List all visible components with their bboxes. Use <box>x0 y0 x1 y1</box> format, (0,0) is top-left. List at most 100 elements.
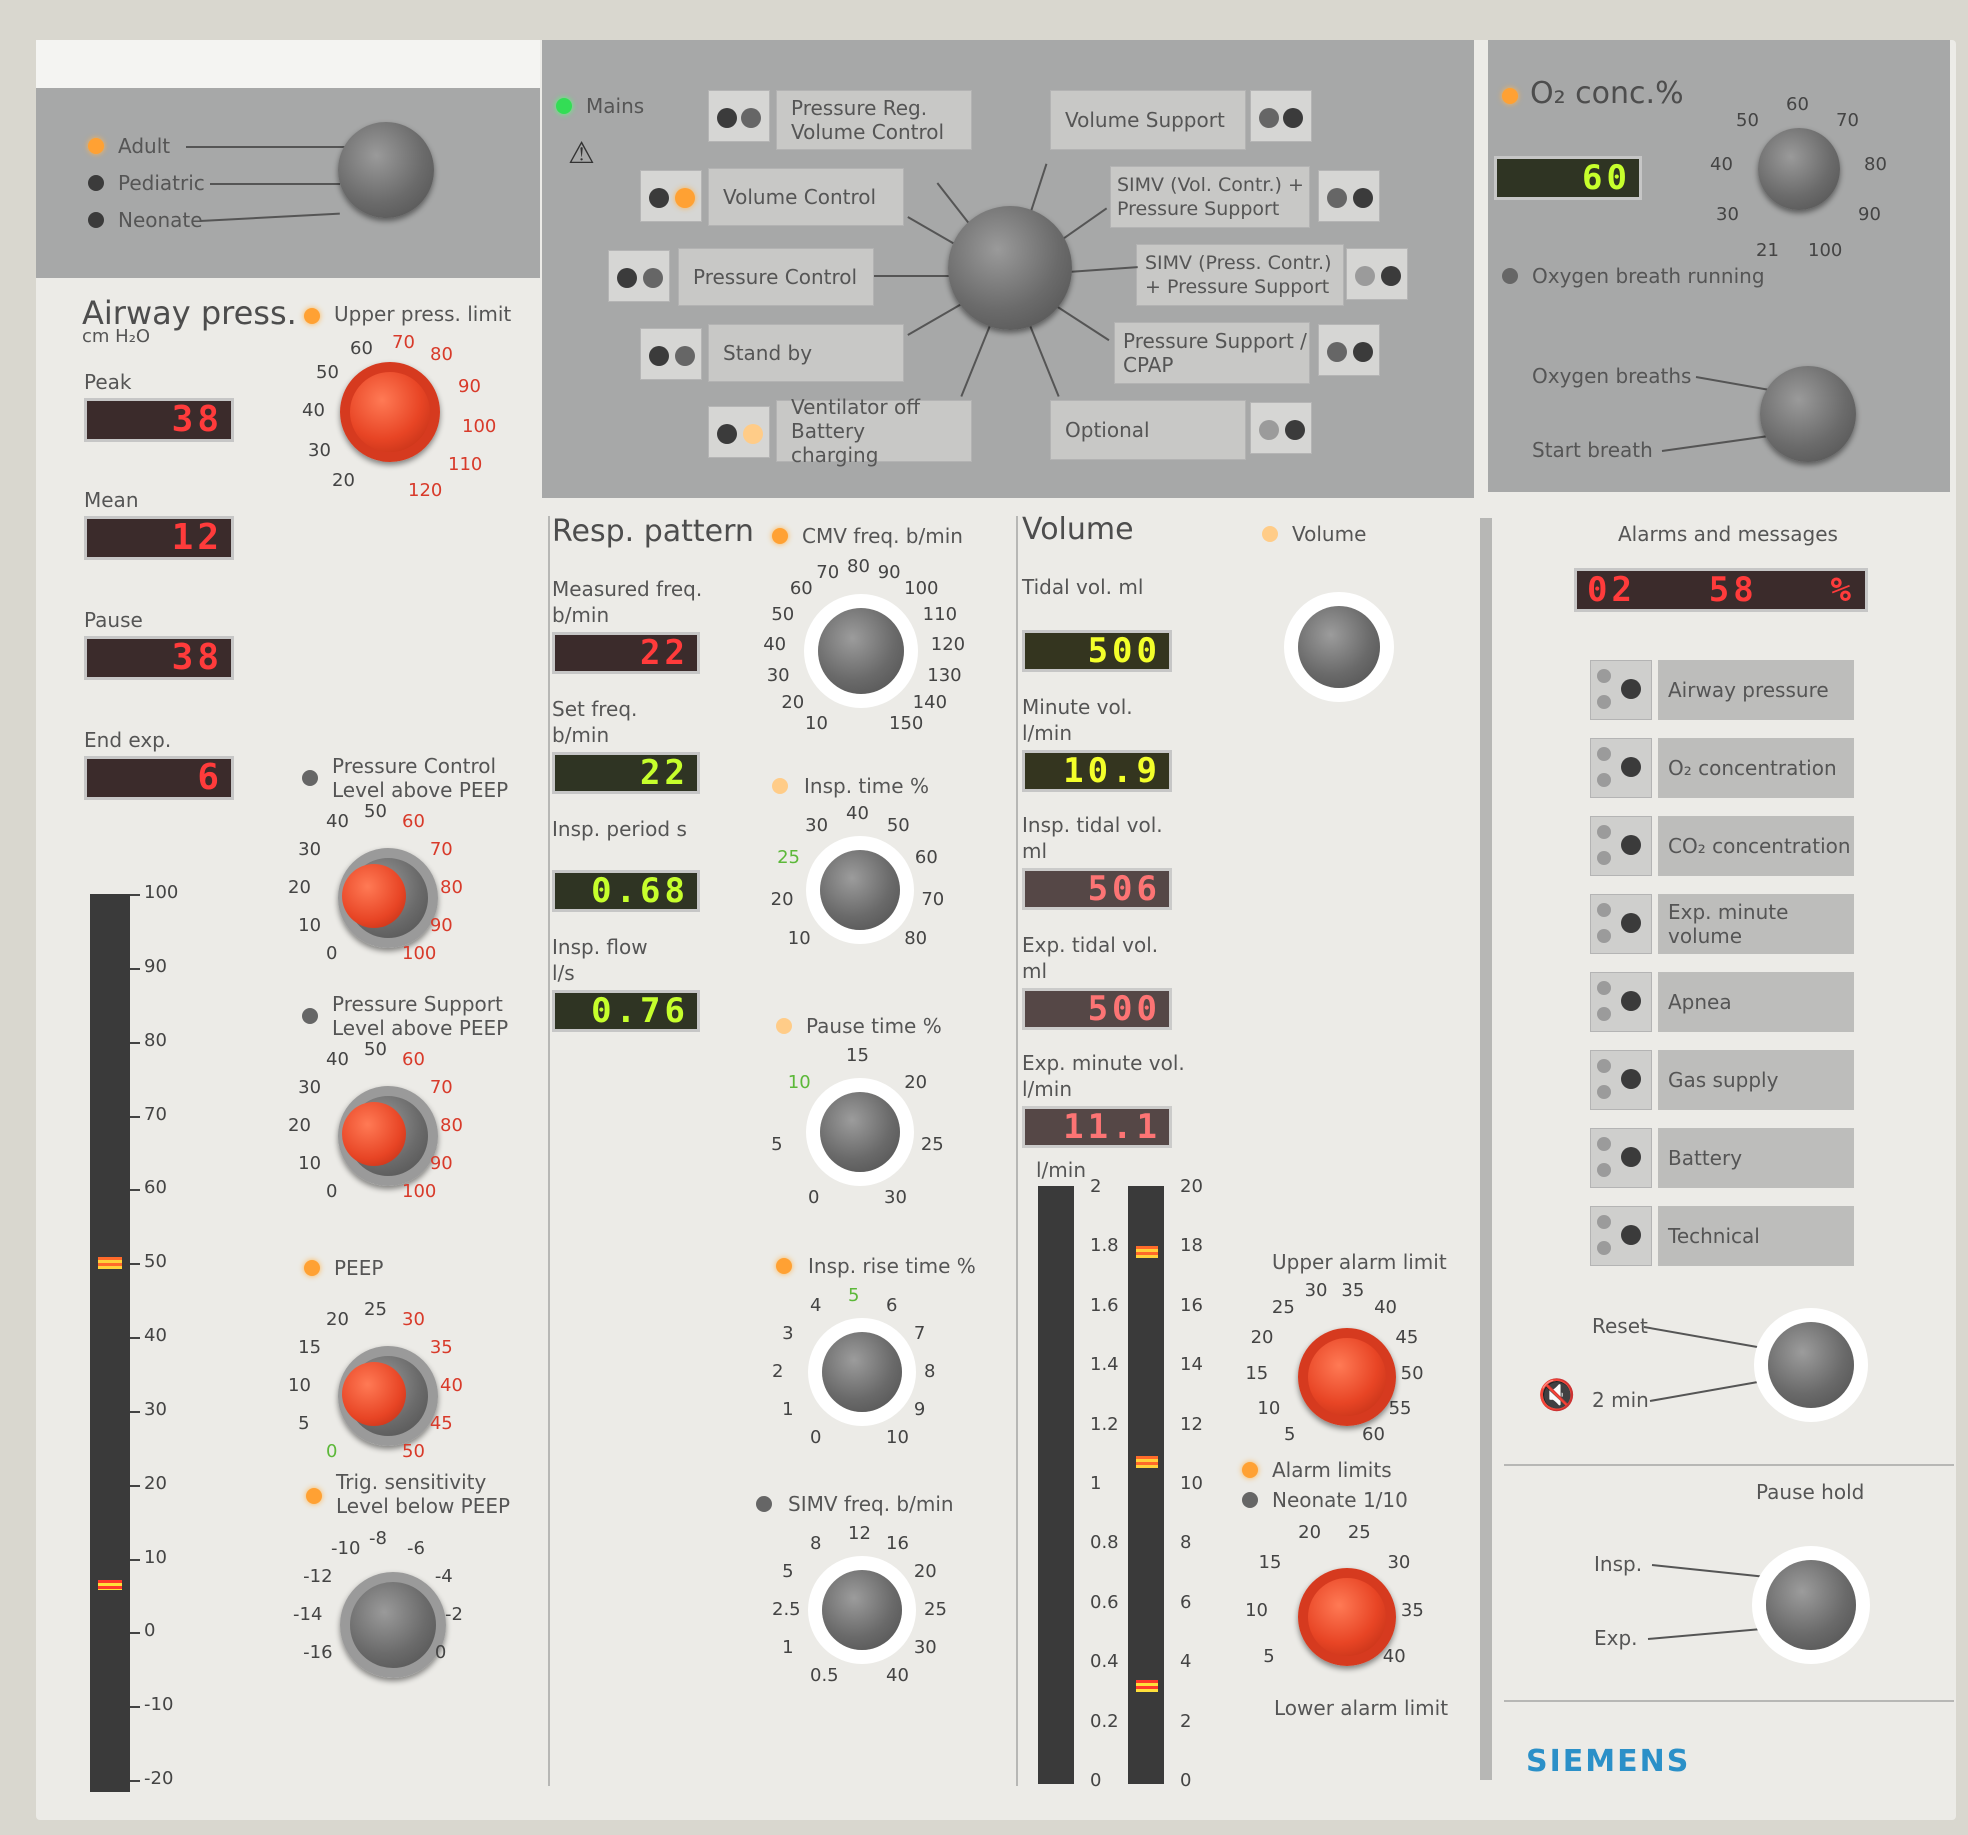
section-divider <box>548 516 550 1786</box>
volume-control-leds <box>640 170 702 222</box>
set-freq-display: 22 <box>552 752 700 794</box>
alarm-led <box>1621 835 1641 855</box>
cmv-freq-knob[interactable] <box>818 608 904 694</box>
neonate-led <box>88 212 104 228</box>
simv-freq-tick: 40 <box>886 1664 909 1686</box>
insp-time-knob[interactable] <box>820 850 900 930</box>
pause-display: 38 <box>84 636 234 680</box>
alarm-item[interactable]: Battery <box>1658 1128 1854 1188</box>
o2-knob[interactable] <box>1758 128 1840 210</box>
pressure-support-level-led <box>302 1008 318 1024</box>
alarm-led-small <box>1597 851 1611 865</box>
ps-level-tick: 20 <box>288 1115 311 1136</box>
stand-by-button[interactable]: Stand by <box>708 324 904 382</box>
pause-time-knob[interactable] <box>820 1092 900 1172</box>
peep-tick: 5 <box>298 1413 310 1434</box>
airway-scale-tick: -10 <box>144 1694 174 1716</box>
volume-knob[interactable] <box>1298 606 1380 688</box>
lower-alarm-limit-knob[interactable] <box>1298 1568 1396 1666</box>
pause-hold-knob[interactable] <box>1766 1560 1856 1650</box>
alarm-item[interactable]: O₂ concentration <box>1658 738 1854 798</box>
trig-sensitivity-knob[interactable] <box>340 1572 446 1678</box>
alarm-led-small <box>1597 1059 1611 1073</box>
upper-press-limit-knob[interactable] <box>340 362 440 462</box>
volume-control-button[interactable]: Volume Control <box>708 168 904 226</box>
cmv-freq-tick: 90 <box>877 561 901 583</box>
alarm-led-small <box>1597 1215 1611 1229</box>
pc-level-tick: 40 <box>326 811 349 833</box>
simv-freq-tick: 20 <box>913 1561 937 1582</box>
o2-display: 60 <box>1494 156 1642 200</box>
patient-range-knob[interactable] <box>338 122 434 218</box>
upper-limit-tick: 50 <box>316 362 339 383</box>
insp-flow-label: Insp. flow l/s <box>552 935 648 985</box>
upper-alarm-tick: 60 <box>1362 1423 1385 1445</box>
flow-unit-label: l/min <box>1036 1158 1087 1182</box>
flow-scale-tick: 1.4 <box>1090 1354 1119 1376</box>
alarm-item[interactable]: Technical <box>1658 1206 1854 1266</box>
alarm-item[interactable]: Gas supply <box>1658 1050 1854 1110</box>
panel-top-strip <box>36 40 540 88</box>
minute-scale-tick: 8 <box>1180 1532 1192 1554</box>
airway-scale-mark <box>130 967 140 970</box>
alarm-item[interactable]: Apnea <box>1658 972 1854 1032</box>
alarm-item[interactable]: Exp. minute volume <box>1658 894 1854 954</box>
neonate-label: Neonate 1/10 <box>1272 1488 1408 1512</box>
upper-limit-tick: 60 <box>350 338 373 359</box>
simv-freq-tick: 1 <box>782 1637 794 1658</box>
insp-tidal-vol-display: 506 <box>1022 868 1172 910</box>
ps-level-tick: 70 <box>429 1077 453 1098</box>
alarm-led-small <box>1597 1007 1611 1021</box>
pressure-control-button[interactable]: Pressure Control <box>678 248 874 306</box>
pressure-reg-volume-control-button[interactable]: Pressure Reg. Volume Control <box>776 90 972 150</box>
minute-scale-tick: 16 <box>1180 1294 1203 1316</box>
o2-tick: 50 <box>1736 110 1759 131</box>
pointer-line <box>186 146 346 148</box>
airway-pressure-marker <box>98 1257 122 1270</box>
alarm-led-box <box>1590 894 1652 954</box>
simv-freq-knob[interactable] <box>822 1570 902 1650</box>
airway-pressure-bar <box>90 894 130 1792</box>
two-min-label: 2 min <box>1592 1388 1649 1412</box>
reset-mute-knob[interactable] <box>1768 1322 1854 1408</box>
flow-scale-tick: 0.2 <box>1090 1710 1119 1732</box>
exp-minute-vol-label: Exp. minute vol. l/min <box>1022 1051 1185 1101</box>
airway-scale-mark <box>130 1041 140 1044</box>
insp-period-display: 0.68 <box>552 870 700 912</box>
section-divider <box>1504 1464 1954 1466</box>
minute-scale-tick: 18 <box>1180 1235 1203 1257</box>
oxygen-breath-running-led <box>1502 268 1518 284</box>
rise-time-knob[interactable] <box>822 1332 902 1412</box>
oxygen-breath-knob[interactable] <box>1760 366 1856 462</box>
upper-limit-tick: 20 <box>332 470 355 491</box>
mode-selector-knob[interactable] <box>948 206 1072 330</box>
simv-vol-button[interactable]: SIMV (Vol. Contr.) + Pressure Support <box>1110 166 1310 228</box>
cmv-freq-tick: 100 <box>904 578 939 600</box>
alarm-item[interactable]: CO₂ concentration <box>1658 816 1854 876</box>
alarm-item[interactable]: Airway pressure <box>1658 660 1854 720</box>
simv-press-button[interactable]: SIMV (Press. Contr.) + Pressure Support <box>1136 244 1344 306</box>
insp-period-label: Insp. period s <box>552 817 687 841</box>
end-exp-label: End exp. <box>84 728 172 752</box>
insp-time-tick: 70 <box>921 888 945 910</box>
airway-scale-tick: 70 <box>144 1103 167 1125</box>
cmv-freq-tick: 70 <box>816 561 840 583</box>
lower-alarm-tick: 5 <box>1263 1646 1275 1668</box>
airway-scale-mark <box>130 1189 140 1192</box>
alarm-led-small <box>1597 1137 1611 1151</box>
alarm-led <box>1621 991 1641 1011</box>
volume-support-button[interactable]: Volume Support <box>1050 90 1246 150</box>
optional-button[interactable]: Optional <box>1050 400 1246 460</box>
flow-scale-tick: 0.6 <box>1090 1591 1119 1613</box>
pressure-support-cpap-button[interactable]: Pressure Support / CPAP <box>1114 322 1310 384</box>
cmv-led <box>772 528 788 544</box>
airway-pressure-marker <box>98 1580 122 1590</box>
upper-alarm-limit-knob[interactable] <box>1298 1328 1396 1426</box>
cmv-freq-tick: 120 <box>930 633 966 655</box>
airway-scale-mark <box>130 1706 140 1709</box>
upper-alarm-tick: 30 <box>1304 1280 1328 1302</box>
peep-label: PEEP <box>334 1256 384 1280</box>
o2-title: O₂ conc.% <box>1530 76 1684 111</box>
ventilator-off-button[interactable]: Ventilator off Battery charging <box>776 395 972 467</box>
measured-freq-display: 22 <box>552 632 700 674</box>
